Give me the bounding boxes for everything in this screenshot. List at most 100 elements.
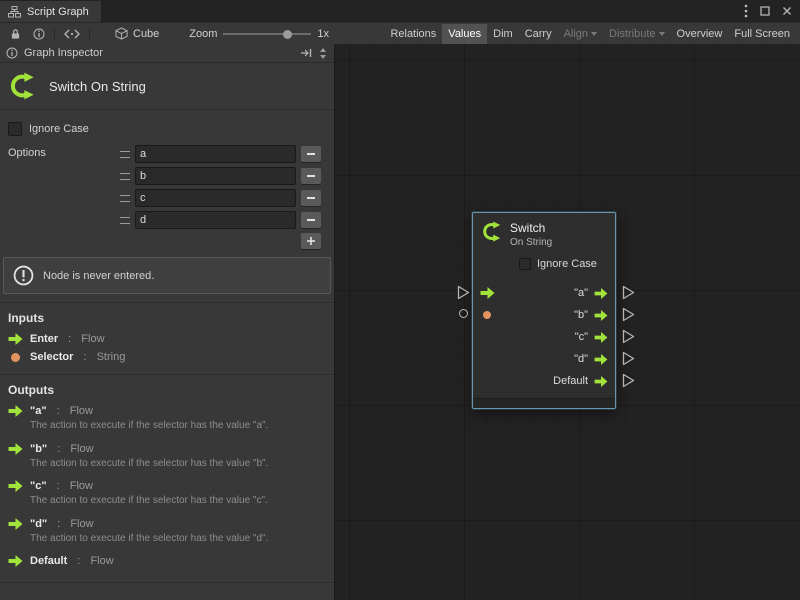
chevron-down-icon <box>659 32 665 36</box>
window-controls <box>744 0 792 22</box>
switch-on-string-node[interactable]: Switch On String Ignore Case "a" "b" <box>472 212 616 409</box>
ignore-case-label: Ignore Case <box>29 123 89 135</box>
enter-port-triangle[interactable] <box>457 285 470 300</box>
cube-icon <box>115 27 128 40</box>
lock-icon[interactable] <box>4 28 27 40</box>
zoom-value: 1x <box>317 28 329 40</box>
overview-button[interactable]: Overview <box>671 24 729 44</box>
inspector-divider <box>0 582 334 583</box>
option-input-c[interactable] <box>135 189 296 207</box>
minus-icon <box>307 219 315 221</box>
close-icon[interactable] <box>782 6 792 16</box>
output-c: "c" : Flow <box>0 477 334 495</box>
add-option-button[interactable] <box>301 233 321 249</box>
output-a-description: The action to execute if the selector ha… <box>30 420 326 433</box>
align-button[interactable]: Align <box>558 24 603 44</box>
node-footer <box>473 398 615 408</box>
distribute-button[interactable]: Distribute <box>603 24 670 44</box>
selector-port-circle[interactable] <box>459 309 468 318</box>
relations-button[interactable]: Relations <box>384 24 442 44</box>
dim-button[interactable]: Dim <box>487 24 519 44</box>
window-titlebar: Script Graph <box>0 0 800 22</box>
drag-handle-icon[interactable] <box>120 195 130 202</box>
node-header: Switch On String <box>473 213 615 254</box>
output-port-a[interactable] <box>622 285 635 300</box>
distribute-button-label: Distribute <box>609 28 655 40</box>
output-port-b[interactable] <box>622 307 635 322</box>
inspector-header: Graph Inspector <box>0 44 334 63</box>
zoom-control: Zoom 1x <box>189 27 329 41</box>
ignore-case-checkbox[interactable] <box>8 122 22 136</box>
drag-handle-icon[interactable] <box>120 151 130 158</box>
dock-panel-icon[interactable] <box>300 48 312 58</box>
selector-dot-icon <box>483 311 491 319</box>
outputs-header: Outputs <box>0 375 334 402</box>
output-c-description: The action to execute if the selector ha… <box>30 495 326 508</box>
graph-name: Cube <box>133 28 159 40</box>
flow-arrow-icon <box>594 288 608 299</box>
toolbar: Cube Zoom 1x Relations Values Dim Carry … <box>0 22 800 44</box>
scroll-up-icon[interactable] <box>320 48 326 52</box>
option-row <box>120 210 321 230</box>
input-selector: Selector : String <box>0 348 334 366</box>
port-row-default: Default <box>473 370 615 392</box>
tab-title: Script Graph <box>27 6 89 18</box>
flow-arrow-icon <box>594 354 608 365</box>
remove-option-button[interactable] <box>301 212 321 228</box>
node-title: Switch On String <box>49 79 146 94</box>
outputs-section: Outputs "a" : Flow The action to execute… <box>0 374 334 570</box>
fullscreen-button[interactable]: Full Screen <box>728 24 796 44</box>
port-row-d: "d" <box>473 348 615 370</box>
option-input-d[interactable] <box>135 211 296 229</box>
zoom-slider[interactable] <box>223 27 311 41</box>
info-icon[interactable] <box>27 28 51 40</box>
remove-option-button[interactable] <box>301 168 321 184</box>
warning-text: Node is never entered. <box>43 270 154 282</box>
graph-reference[interactable]: Cube <box>115 27 159 40</box>
graph-tab-icon <box>8 6 21 18</box>
node-ignore-case-label: Ignore Case <box>537 258 597 270</box>
scroll-spinner[interactable] <box>318 48 328 59</box>
remove-option-button[interactable] <box>301 146 321 162</box>
info-icon <box>6 47 18 59</box>
node-ignore-case-checkbox[interactable] <box>519 258 531 270</box>
values-button[interactable]: Values <box>442 24 487 44</box>
option-row <box>120 188 321 208</box>
option-row <box>120 166 321 186</box>
port-label: "a" <box>574 287 588 299</box>
flow-arrow-icon <box>594 376 608 387</box>
remove-option-button[interactable] <box>301 190 321 206</box>
zoom-handle[interactable] <box>283 30 292 39</box>
options-block: Options <box>8 144 321 249</box>
zoom-track <box>223 33 311 35</box>
switch-node-icon <box>481 221 502 242</box>
ignore-case-row: Ignore Case <box>8 122 334 136</box>
code-preview-icon[interactable] <box>58 29 86 39</box>
flow-arrow-icon <box>8 443 23 455</box>
inputs-header: Inputs <box>0 303 334 330</box>
drag-handle-icon[interactable] <box>120 173 130 180</box>
plus-icon <box>306 236 316 246</box>
port-row-a: "a" <box>473 282 615 304</box>
window-menu-icon[interactable] <box>744 4 748 18</box>
port-label: "d" <box>574 353 588 365</box>
node-title: Switch <box>510 221 552 235</box>
drag-handle-icon[interactable] <box>120 217 130 224</box>
output-port-default[interactable] <box>622 373 635 388</box>
flow-arrow-icon <box>8 405 23 417</box>
port-label: Default <box>553 375 588 387</box>
enter-flow-icon <box>480 287 495 299</box>
output-port-c[interactable] <box>622 329 635 344</box>
toolbar-buttons: Relations Values Dim Carry Align Distrib… <box>384 23 796 45</box>
output-b-description: The action to execute if the selector ha… <box>30 458 326 471</box>
scroll-down-icon[interactable] <box>320 55 326 59</box>
switch-node-icon <box>8 72 36 100</box>
option-input-b[interactable] <box>135 167 296 185</box>
output-port-d[interactable] <box>622 351 635 366</box>
tab-script-graph[interactable]: Script Graph <box>0 1 101 22</box>
option-input-a[interactable] <box>135 145 296 163</box>
maximize-icon[interactable] <box>760 6 770 16</box>
output-default: Default : Flow <box>0 552 334 570</box>
graph-canvas[interactable]: Switch On String Ignore Case "a" "b" <box>335 44 800 600</box>
carry-button[interactable]: Carry <box>519 24 558 44</box>
